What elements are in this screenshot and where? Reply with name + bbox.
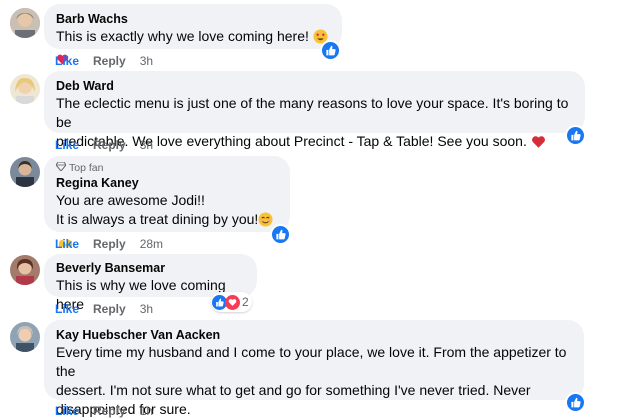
comment-author[interactable]: Barb Wachs xyxy=(56,11,330,27)
comment-bubble: Barb Wachs This is exactly why we love c… xyxy=(44,4,342,65)
comment-timestamp[interactable]: 3h xyxy=(140,54,153,68)
top-fan-badge: Top fan xyxy=(55,161,278,175)
comment-text-line-2: dessert. I'm not sure what to get and go… xyxy=(56,382,531,398)
comment-timestamp[interactable]: 3h xyxy=(140,138,153,152)
top-fan-label: Top fan xyxy=(69,162,104,174)
reaction-love-icon xyxy=(225,294,240,310)
reaction-like-icon[interactable] xyxy=(565,125,586,146)
reply-link[interactable]: Reply xyxy=(93,237,126,251)
comment-author[interactable]: Beverly Bansemar xyxy=(56,260,245,276)
reaction-count: 2 xyxy=(242,295,249,309)
comment-timestamp[interactable]: 28m xyxy=(140,237,163,251)
comment-timestamp[interactable]: 3h xyxy=(140,302,153,316)
comment-text-line: Every time my husband and I come to your… xyxy=(56,344,567,379)
comment-bubble: Beverly Bansemar This is why we love com… xyxy=(44,254,257,312)
comment-actions: Like Reply 3h xyxy=(55,138,153,152)
comment-text-content: It is always a treat dining by you! xyxy=(56,211,259,227)
comment-actions: Like Reply 3h xyxy=(55,54,153,68)
comment-actions: Like Reply 28m xyxy=(55,237,163,251)
avatar[interactable] xyxy=(10,157,40,187)
like-link[interactable]: Like xyxy=(55,54,79,68)
reactions-summary[interactable]: 2 xyxy=(211,292,252,312)
avatar[interactable] xyxy=(10,8,40,38)
comment-bubble: Top fan Regina Kaney You are awesome Jod… xyxy=(44,156,290,248)
diamond-icon xyxy=(55,161,67,175)
reply-link[interactable]: Reply xyxy=(93,302,126,316)
comment-author[interactable]: Regina Kaney xyxy=(56,175,278,191)
comment-text-content: This is exactly why we love coming here! xyxy=(56,28,309,44)
comment-actions: Like Reply 3h xyxy=(55,302,153,316)
red-heart-icon xyxy=(531,135,546,154)
avatar[interactable] xyxy=(10,322,40,352)
reply-link[interactable]: Reply xyxy=(93,54,126,68)
comment-author[interactable]: Deb Ward xyxy=(56,78,573,94)
comment-text-line: You are awesome Jodi!! xyxy=(56,192,205,208)
reaction-like-icon[interactable] xyxy=(565,392,586,413)
avatar[interactable] xyxy=(10,74,40,104)
comment-timestamp[interactable]: 1h xyxy=(140,404,153,418)
like-link[interactable]: Like xyxy=(55,404,79,418)
comment-author[interactable]: Kay Huebscher Van Aacken xyxy=(56,327,572,343)
avatar[interactable] xyxy=(10,255,40,285)
comment-bubble: Kay Huebscher Van Aacken Every time my h… xyxy=(44,320,584,417)
reaction-like-icon[interactable] xyxy=(320,40,341,61)
reply-link[interactable]: Reply xyxy=(93,138,126,152)
comment-text-line: The eclectic menu is just one of the man… xyxy=(56,95,569,130)
like-link[interactable]: Like xyxy=(55,138,79,152)
like-link[interactable]: Like xyxy=(55,302,79,316)
comment-actions: Like Reply 1h xyxy=(55,404,153,418)
like-link[interactable]: Like xyxy=(55,237,79,251)
reaction-like-icon[interactable] xyxy=(270,224,291,245)
reply-link[interactable]: Reply xyxy=(93,404,126,418)
comment-bubble: Deb Ward The eclectic menu is just one o… xyxy=(44,71,585,149)
